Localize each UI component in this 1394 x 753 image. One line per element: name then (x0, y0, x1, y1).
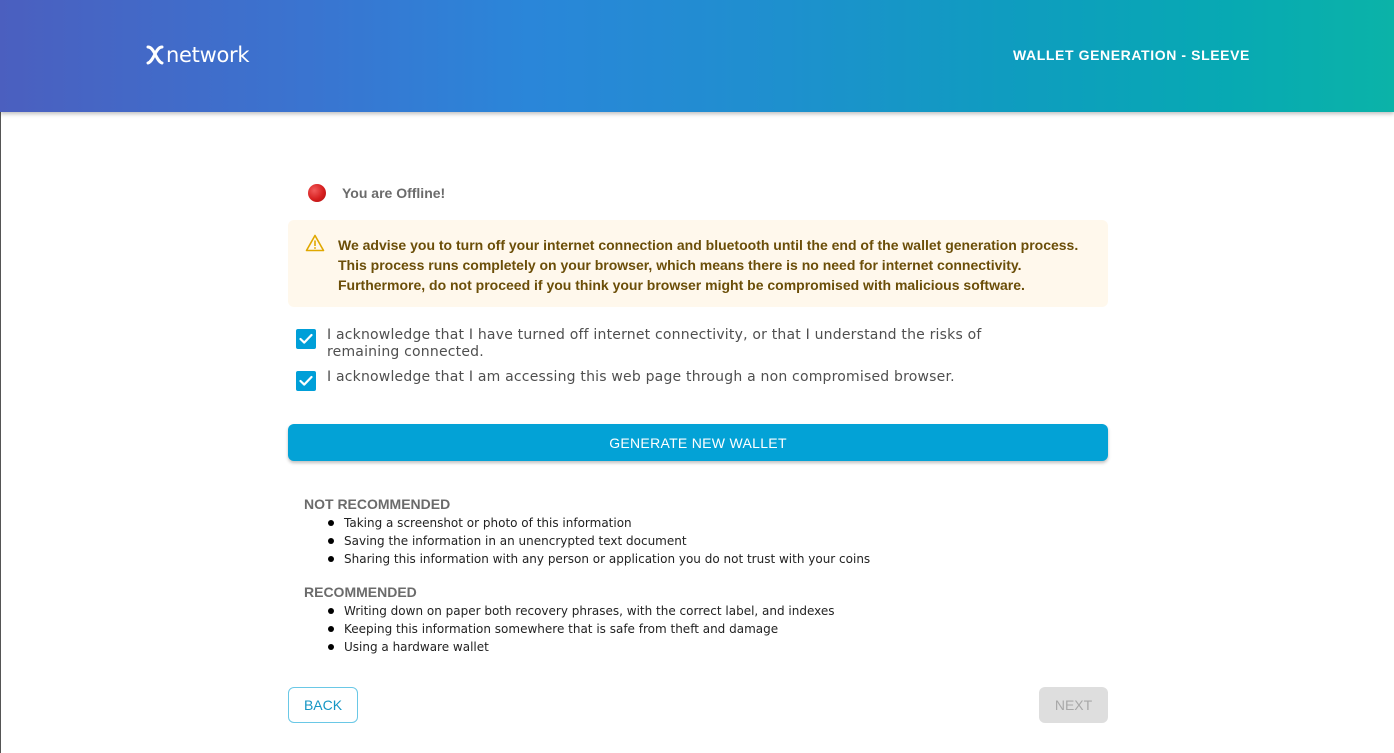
list-item: Keeping this information somewhere that … (328, 620, 835, 638)
checkmark-icon (299, 333, 313, 344)
list-item-text: Taking a screenshot or photo of this inf… (344, 516, 632, 530)
recommended-title: RECOMMENDED (304, 584, 417, 600)
list-item: Sharing this information with any person… (328, 550, 870, 568)
back-button[interactable]: BACK (288, 687, 358, 723)
acknowledge-connectivity-label[interactable]: I acknowledge that I have turned off int… (327, 327, 1047, 361)
warning-text-line: We advise you to turn off your internet … (338, 237, 1079, 253)
status-text: You are Offline! (342, 185, 446, 201)
warning-text-line: This process runs completely on your bro… (338, 257, 1022, 273)
list-item: Using a hardware wallet (328, 638, 835, 656)
acknowledge-connectivity-checkbox[interactable] (296, 329, 316, 349)
list-item-text: Using a hardware wallet (344, 640, 489, 654)
page-title: WALLET GENERATION - SLEEVE (1012, 47, 1250, 63)
list-item-text: Saving the information in an unencrypted… (344, 534, 687, 548)
acknowledge-browser[interactable]: I acknowledge that I am accessing this w… (296, 369, 1047, 391)
list-item: Writing down on paper both recovery phra… (328, 602, 835, 620)
list-item-text: Sharing this information with any person… (344, 552, 871, 566)
recommended-list: Writing down on paper both recovery phra… (328, 602, 835, 656)
warning-alert: We advise you to turn off your internet … (288, 220, 1108, 307)
generate-new-wallet-button[interactable]: GENERATE NEW WALLET (288, 424, 1108, 461)
window-border (0, 112, 1, 753)
bullet-icon (328, 556, 334, 562)
connection-status: You are Offline! (308, 184, 445, 202)
acknowledge-browser-checkbox[interactable] (296, 371, 316, 391)
warning-triangle-icon (305, 234, 325, 252)
checkmark-icon (299, 375, 313, 386)
list-item: Saving the information in an unencrypted… (328, 532, 870, 550)
warning-text-line: Furthermore, do not proceed if you think… (338, 277, 1025, 293)
acknowledge-browser-label[interactable]: I acknowledge that I am accessing this w… (327, 369, 1047, 386)
list-item-text: Writing down on paper both recovery phra… (344, 604, 835, 618)
not-recommended-list: Taking a screenshot or photo of this inf… (328, 514, 870, 568)
list-item-text: Keeping this information somewhere that … (344, 622, 779, 636)
acknowledge-connectivity[interactable]: I acknowledge that I have turned off int… (296, 327, 1047, 361)
next-button[interactable]: NEXT (1039, 687, 1108, 723)
bullet-icon (328, 644, 334, 650)
bullet-icon (328, 538, 334, 544)
not-recommended-title: NOT RECOMMENDED (304, 496, 451, 512)
app-header: network WALLET GENERATION - SLEEVE (0, 0, 1394, 112)
logo[interactable]: network (145, 42, 249, 68)
bullet-icon (328, 608, 334, 614)
red-circle-icon (308, 184, 326, 202)
network-logo-icon (146, 45, 164, 65)
list-item: Taking a screenshot or photo of this inf… (328, 514, 870, 532)
logo-text: network (166, 42, 250, 67)
bullet-icon (328, 520, 334, 526)
bullet-icon (328, 626, 334, 632)
